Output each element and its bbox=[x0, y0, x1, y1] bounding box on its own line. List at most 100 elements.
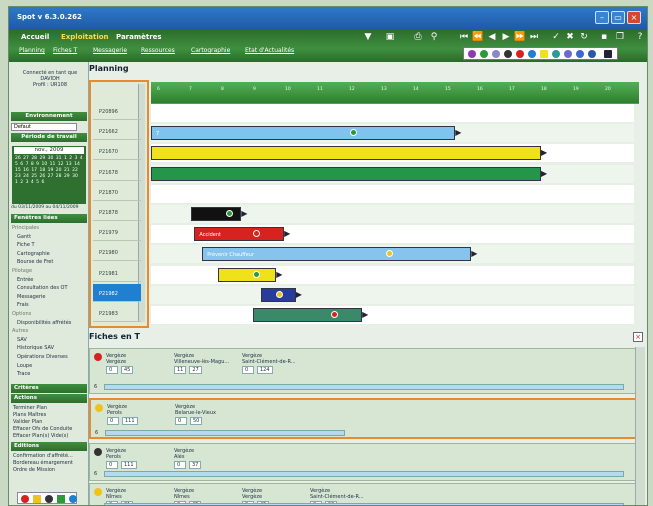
resource-row[interactable]: P20896 bbox=[93, 102, 141, 120]
menu-accueil[interactable]: Accueil bbox=[21, 33, 49, 41]
resource-row[interactable]: P21878 bbox=[93, 203, 141, 221]
alert-red-icon[interactable] bbox=[21, 495, 29, 503]
close-panel-icon[interactable]: × bbox=[633, 332, 643, 342]
purple-filter-icon[interactable] bbox=[468, 50, 476, 58]
gantt-bar[interactable]: 7 bbox=[151, 126, 456, 141]
fenetres-item[interactable]: Disponibilités affrétés bbox=[17, 320, 71, 326]
status-marker-icon[interactable] bbox=[225, 210, 233, 217]
fenetres-item[interactable]: Entrée bbox=[17, 277, 33, 283]
gantt-bar[interactable] bbox=[151, 146, 541, 161]
fenetres-item[interactable]: Bourse de Fret bbox=[17, 259, 53, 265]
fenetres-item[interactable]: Frais bbox=[17, 302, 29, 308]
actions-item[interactable]: Terminer Plan bbox=[13, 405, 47, 411]
resource-row[interactable]: P21979 bbox=[93, 223, 141, 242]
grid-view-icon[interactable] bbox=[604, 50, 612, 58]
gift-icon[interactable]: ▣ bbox=[383, 31, 397, 43]
blue-filter-icon[interactable] bbox=[492, 50, 500, 58]
criteres-header[interactable]: Critères bbox=[11, 384, 87, 393]
fenetres-item[interactable]: Cartographie bbox=[17, 251, 50, 257]
menu-parametres[interactable]: Paramètres bbox=[116, 33, 162, 41]
submenu-fiches-t[interactable]: Fiches T bbox=[53, 47, 77, 54]
resource-row[interactable]: P21983 bbox=[93, 304, 141, 322]
minimize-icon[interactable]: – bbox=[595, 11, 609, 24]
submenu-ressources[interactable]: Ressources bbox=[141, 47, 175, 54]
fenetres-item[interactable]: Consultation des OT bbox=[17, 285, 68, 291]
refresh-icon[interactable]: ↻ bbox=[577, 31, 591, 43]
flag-icon[interactable] bbox=[57, 495, 65, 503]
first-icon[interactable]: ⏮ bbox=[457, 31, 471, 43]
calendar-days[interactable]: 26 27 28 29 30 31 1 2 3 4 5 6 7 8 9 10 1… bbox=[15, 156, 83, 186]
prev-fast-icon[interactable]: ⏪ bbox=[471, 31, 485, 43]
violet-filter-icon[interactable] bbox=[564, 50, 572, 58]
submenu-cartographie[interactable]: Cartographie bbox=[191, 47, 230, 54]
submenu-planning[interactable]: Planning bbox=[19, 47, 45, 54]
submenu-messagerie[interactable]: Messagerie bbox=[93, 47, 127, 54]
search-icon[interactable]: ⚲ bbox=[427, 31, 441, 43]
actions-item[interactable]: Effacer Plan(s) Vide(s) bbox=[13, 433, 68, 439]
status-marker-icon[interactable] bbox=[252, 270, 260, 278]
black-filter-icon[interactable] bbox=[504, 50, 512, 58]
darkblue-filter-icon[interactable] bbox=[588, 50, 596, 58]
copy-icon[interactable]: ❐ bbox=[613, 31, 627, 43]
filter-icon[interactable]: ▼ bbox=[361, 31, 375, 43]
resource-row[interactable]: P21670 bbox=[93, 142, 141, 161]
last-icon[interactable]: ⏭ bbox=[527, 31, 541, 43]
fiches-scrollbar[interactable] bbox=[635, 347, 645, 505]
resource-row[interactable]: P21870 bbox=[93, 183, 141, 201]
cancel-icon[interactable]: ✖ bbox=[563, 31, 577, 43]
warning-icon[interactable] bbox=[33, 495, 41, 503]
fiche-card[interactable]: VergèzeNîmes031VergèzeNîmes045VergèzeVer… bbox=[89, 483, 645, 505]
blue2-filter-icon[interactable] bbox=[528, 50, 536, 58]
submenu-etat-actualites[interactable]: Etat d'Actualités bbox=[245, 47, 294, 54]
gantt-bar[interactable]: Accident bbox=[194, 227, 285, 242]
resource-list[interactable]: P20896 P21662 P21670 P21678 P21870 P21878 P219… bbox=[89, 80, 149, 328]
help-icon[interactable]: ? bbox=[633, 31, 647, 43]
resource-row[interactable]: P21981 bbox=[93, 264, 141, 282]
fenetres-item[interactable]: Messagerie bbox=[17, 294, 45, 300]
actions-header[interactable]: Actions bbox=[11, 394, 87, 403]
fiche-card[interactable]: Vergèze Perols 0 111 Vergèze Alès 0 37 6 bbox=[89, 443, 645, 481]
save-icon[interactable]: ▪ bbox=[597, 31, 611, 43]
gantt-bar[interactable] bbox=[151, 166, 541, 181]
gantt-bar[interactable]: Prévenir Chauffeur bbox=[202, 247, 472, 262]
gantt-bar[interactable] bbox=[190, 207, 242, 221]
gantt-bar[interactable] bbox=[252, 308, 363, 322]
calendar[interactable]: nov., 2009 26 27 28 29 30 31 1 2 3 4 5 6… bbox=[12, 146, 86, 204]
fenetres-header[interactable]: Fenêtres liées bbox=[11, 214, 87, 223]
fenetres-item[interactable]: Fiche T bbox=[17, 242, 35, 248]
fenetres-item[interactable]: Opérations Diverses bbox=[17, 354, 68, 360]
restore-icon[interactable]: ▭ bbox=[611, 11, 625, 24]
editions-item[interactable]: Confirmation d'affrété... bbox=[13, 453, 73, 459]
calendar-month[interactable]: nov., 2009 bbox=[14, 147, 84, 154]
fenetres-item[interactable]: Loupe bbox=[17, 363, 32, 369]
color-filter-bar[interactable] bbox=[463, 47, 618, 60]
info-icon[interactable] bbox=[69, 495, 77, 503]
fenetres-item[interactable]: Gantt bbox=[17, 234, 31, 240]
fenetres-item[interactable]: Trace bbox=[17, 371, 30, 377]
fenetres-item[interactable]: SAV bbox=[17, 337, 27, 343]
editions-item[interactable]: Bordereau émargement bbox=[13, 460, 73, 466]
fiche-card[interactable]: Vergèze Perols 0 111 Vergèze Belarue-le-Vieux… bbox=[89, 398, 645, 439]
check-icon[interactable]: ✓ bbox=[549, 31, 563, 43]
status-marker-icon[interactable] bbox=[385, 250, 393, 258]
environnement-select[interactable] bbox=[11, 123, 77, 131]
navy-filter-icon[interactable] bbox=[576, 50, 584, 58]
actions-item[interactable]: Effacer Ofs de Conduite bbox=[13, 426, 72, 432]
resource-row[interactable]: P21980 bbox=[93, 243, 141, 262]
red-filter-icon[interactable] bbox=[516, 50, 524, 58]
resource-row[interactable]: P21662 bbox=[93, 122, 141, 141]
next-icon[interactable]: ▶ bbox=[499, 31, 513, 43]
next-fast-icon[interactable]: ⏩ bbox=[513, 31, 527, 43]
person-icon[interactable] bbox=[45, 495, 53, 503]
editions-header[interactable]: Editions bbox=[11, 442, 87, 451]
status-marker-icon[interactable] bbox=[330, 311, 338, 318]
actions-item[interactable]: Plans Maîtres bbox=[13, 412, 46, 418]
actions-item[interactable]: Valider Plan bbox=[13, 419, 42, 425]
prev-icon[interactable]: ◀ bbox=[485, 31, 499, 43]
fiche-card[interactable]: Vergèze Vergèze 0 45 Vergèze Villeneuve-lès-M… bbox=[89, 348, 645, 394]
gantt-bar[interactable] bbox=[217, 267, 277, 282]
resource-row[interactable]: P21982 bbox=[93, 283, 141, 302]
print-icon[interactable]: ⎙ bbox=[411, 31, 425, 43]
close-icon[interactable]: × bbox=[627, 11, 641, 24]
editions-item[interactable]: Ordre de Mission bbox=[13, 467, 55, 473]
